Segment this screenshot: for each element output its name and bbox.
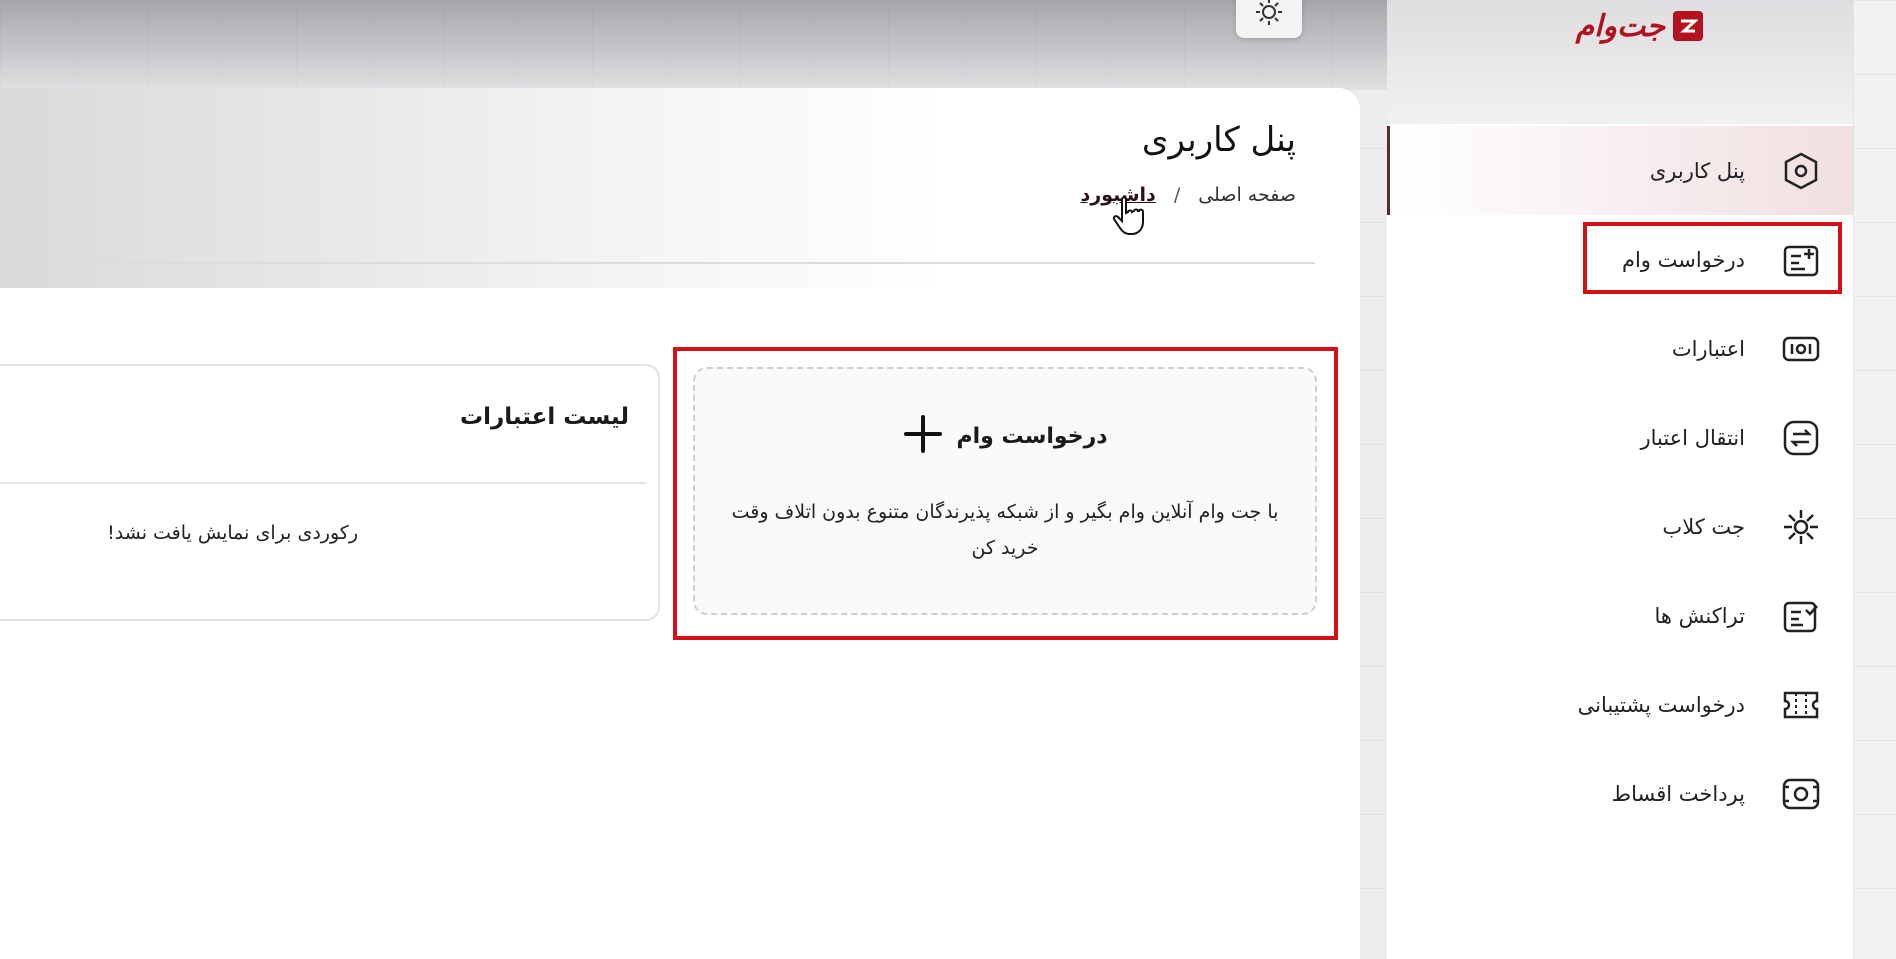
page-edge [1853,0,1896,959]
credits-list-divider [0,482,647,484]
credits-list-title: لیست اعتبارات [459,404,629,430]
sidebar-header: جت‌وام [1387,0,1853,124]
theme-toggle-button[interactable] [1236,0,1302,38]
installment-icon [1779,772,1823,816]
sidebar-item-label: انتقال اعتبار [1640,425,1745,450]
main-panel: پنل کاربری صفحه اصلی / داشبورد لیست اعتب… [0,88,1360,959]
sidebar-item-label: پنل کاربری [1649,158,1745,183]
breadcrumb-home[interactable]: صفحه اصلی [1198,184,1296,206]
loan-card-description: با جت وام آنلاین وام بگیر و از شبکه پذیر… [731,501,1279,559]
sidebar-item-label: درخواست وام [1621,247,1745,272]
hand-cursor-icon [1112,196,1144,235]
hexagon-icon [1779,149,1823,193]
sidebar-item-credits[interactable]: اعتبارات [1387,304,1853,393]
credits-empty-message: رکوردی برای نمایش یافت نشد! [107,522,358,544]
page-title: پنل کاربری [1141,120,1296,160]
breadcrumb-separator: / [1173,184,1181,206]
sidebar-item-credit-transfer[interactable]: انتقال اعتبار [1387,393,1853,482]
sidebar-item-support-request[interactable]: درخواست پشتیبانی [1387,660,1853,749]
sidebar-item-transactions[interactable]: تراکنش ها [1387,571,1853,660]
sun-icon [1254,0,1284,31]
loan-request-icon [1779,238,1823,282]
sidebar-item-installment-payment[interactable]: پرداخت اقساط [1387,749,1853,838]
sidebar-item-jet-club[interactable]: جت کلاب [1387,482,1853,571]
logo-mark-icon [1673,11,1703,41]
ticket-icon [1779,683,1823,727]
sidebar-item-loan-request[interactable]: درخواست وام [1387,215,1853,304]
transactions-icon [1779,594,1823,638]
header-divider [0,262,1315,264]
loan-card-title: درخواست وام [956,423,1108,449]
sidebar-item-label: جت کلاب [1662,514,1745,539]
sidebar-nav: پنل کاربری درخواست وام اعتبارات انتقال ا… [1387,126,1853,838]
loan-card-header: درخواست وام [695,413,1315,459]
sidebar-item-label: اعتبارات [1671,336,1745,361]
sidebar-item-label: درخواست پشتیبانی [1577,692,1745,717]
logo-text: جت‌وام [1575,8,1665,44]
brand-logo[interactable]: جت‌وام [1576,6,1703,46]
sidebar-item-label: پرداخت اقساط [1611,781,1745,806]
sidebar: جت‌وام پنل کاربری درخواست وام اعتبارات ا… [1387,0,1853,959]
sidebar-item-dashboard[interactable]: پنل کاربری [1387,126,1853,215]
top-shade [0,0,1390,90]
credit-icon [1779,327,1823,371]
loan-request-card[interactable]: درخواست وام با جت وام آنلاین وام بگیر و … [693,367,1317,615]
transfer-icon [1779,416,1823,460]
plus-icon [902,413,944,459]
sidebar-item-label: تراکنش ها [1654,603,1745,628]
credits-list-card: لیست اعتبارات رکوردی برای نمایش یافت نشد… [0,364,660,621]
club-icon [1779,505,1823,549]
